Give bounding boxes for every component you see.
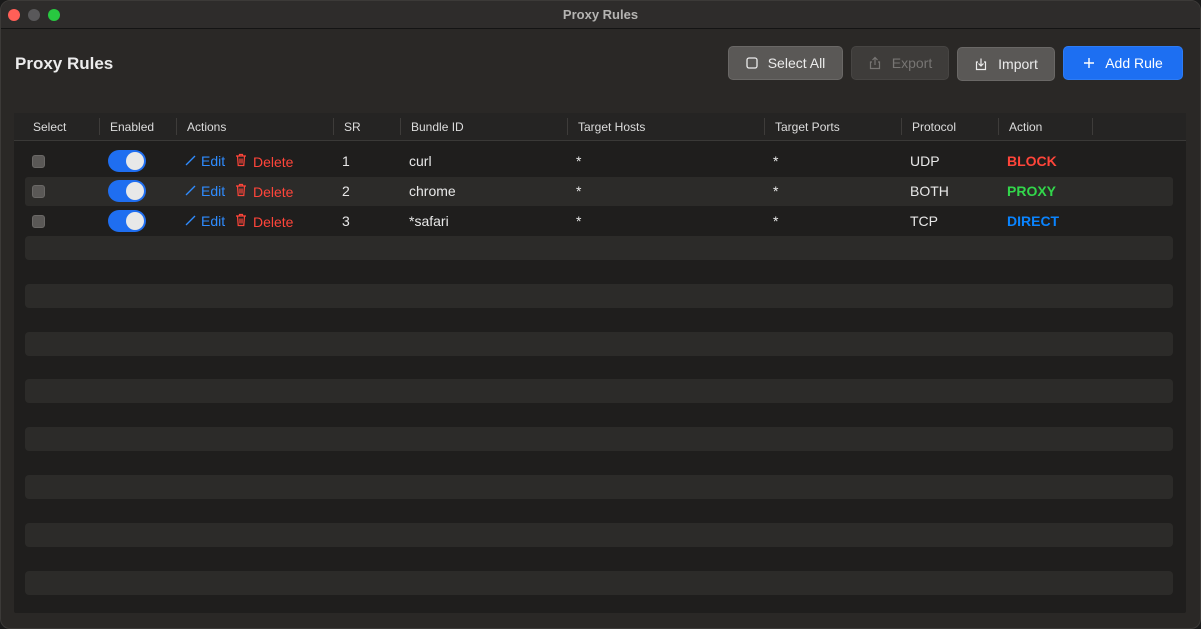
delete-label: Delete	[253, 183, 294, 200]
target-hosts-cell: *	[576, 183, 582, 199]
select-all-label: Select All	[767, 55, 826, 71]
edit-label: Edit	[201, 213, 226, 229]
enabled-toggle[interactable]	[108, 150, 146, 172]
title-bar: Proxy Rules	[1, 1, 1200, 29]
action-cell: PROXY	[1007, 183, 1057, 199]
add-rule-label: Add Rule	[1105, 55, 1163, 71]
protocol-cell: UDP	[910, 153, 940, 169]
empty-row	[25, 379, 1173, 403]
select-all-button[interactable]: Select All	[728, 46, 843, 80]
import-button[interactable]: Import	[957, 47, 1055, 81]
column-header-select[interactable]: Select	[33, 120, 66, 134]
column-header-action[interactable]: Action	[1009, 120, 1042, 134]
protocol-cell: TCP	[910, 213, 938, 229]
rules-table: Select Enabled Actions SR Bundle ID Targ…	[14, 113, 1186, 613]
trash-icon	[235, 183, 247, 200]
bundle-id-cell: *safari	[409, 213, 449, 229]
export-label: Export	[891, 55, 933, 71]
toggle-knob	[126, 182, 144, 200]
column-header-actions[interactable]: Actions	[187, 120, 226, 134]
page-title: Proxy Rules	[15, 54, 114, 73]
app-window: Proxy Rules Proxy Rules Select All Expor…	[0, 0, 1201, 629]
window-title: Proxy Rules	[562, 7, 639, 22]
column-divider[interactable]	[998, 118, 999, 135]
target-ports-cell: *	[773, 213, 779, 229]
trash-icon	[235, 153, 247, 170]
empty-row	[25, 571, 1173, 595]
column-header-sr[interactable]: SR	[344, 120, 361, 134]
action-cell: DIRECT	[1007, 213, 1060, 229]
empty-row	[25, 332, 1173, 356]
row-select-checkbox[interactable]	[32, 155, 45, 168]
plus-icon	[1083, 57, 1095, 69]
edit-label: Edit	[201, 183, 226, 199]
sr-cell: 3	[342, 213, 350, 229]
edit-button[interactable]: Edit	[185, 183, 225, 199]
empty-row	[25, 427, 1173, 451]
column-header-enabled[interactable]: Enabled	[110, 120, 154, 134]
delete-label: Delete	[253, 213, 294, 230]
column-header-target-ports[interactable]: Target Ports	[775, 120, 840, 134]
empty-row	[25, 284, 1173, 308]
table-header: Select Enabled Actions SR Bundle ID Targ…	[14, 113, 1186, 141]
export-button[interactable]: Export	[851, 46, 949, 80]
pencil-icon	[185, 183, 196, 199]
toggle-knob	[126, 152, 144, 170]
row-select-checkbox[interactable]	[32, 215, 45, 228]
delete-label: Delete	[253, 153, 294, 170]
sr-cell: 1	[342, 153, 350, 169]
trash-icon	[235, 213, 247, 230]
export-icon	[868, 56, 882, 70]
column-header-target-hosts[interactable]: Target Hosts	[578, 120, 645, 134]
pencil-icon	[185, 213, 196, 229]
empty-row	[25, 523, 1173, 547]
column-divider[interactable]	[176, 118, 177, 135]
table-row[interactable]: Edit Delete 3 *safari * * TCP DIRECT	[25, 210, 1173, 233]
protocol-cell: BOTH	[910, 183, 949, 199]
table-row[interactable]: Edit Delete 1 curl * * UDP BLOCK	[25, 150, 1173, 173]
sr-cell: 2	[342, 183, 350, 199]
delete-button[interactable]: Delete	[235, 183, 293, 200]
pencil-icon	[185, 153, 196, 169]
column-divider[interactable]	[764, 118, 765, 135]
edit-label: Edit	[201, 153, 226, 169]
import-icon	[974, 57, 988, 71]
toggle-knob	[126, 212, 144, 230]
target-hosts-cell: *	[576, 153, 582, 169]
target-ports-cell: *	[773, 153, 779, 169]
bundle-id-cell: chrome	[409, 183, 456, 199]
enabled-toggle[interactable]	[108, 210, 146, 232]
target-hosts-cell: *	[576, 213, 582, 229]
edit-button[interactable]: Edit	[185, 213, 225, 229]
empty-row	[25, 236, 1173, 260]
edit-button[interactable]: Edit	[185, 153, 225, 169]
column-header-bundle-id[interactable]: Bundle ID	[411, 120, 464, 134]
delete-button[interactable]: Delete	[235, 153, 293, 170]
column-divider[interactable]	[1092, 118, 1093, 135]
empty-row	[25, 475, 1173, 499]
column-divider[interactable]	[400, 118, 401, 135]
checkbox-icon	[746, 57, 758, 69]
column-divider[interactable]	[567, 118, 568, 135]
column-divider[interactable]	[901, 118, 902, 135]
table-row[interactable]: Edit Delete 2 chrome * * BOTH PROXY	[25, 177, 1173, 206]
row-select-checkbox[interactable]	[32, 185, 45, 198]
action-cell: BLOCK	[1007, 153, 1057, 169]
column-header-protocol[interactable]: Protocol	[912, 120, 956, 134]
bundle-id-cell: curl	[409, 153, 432, 169]
target-ports-cell: *	[773, 183, 779, 199]
enabled-toggle[interactable]	[108, 180, 146, 202]
import-label: Import	[998, 56, 1038, 72]
add-rule-button[interactable]: Add Rule	[1063, 46, 1183, 80]
delete-button[interactable]: Delete	[235, 213, 293, 230]
column-divider[interactable]	[333, 118, 334, 135]
column-divider[interactable]	[99, 118, 100, 135]
